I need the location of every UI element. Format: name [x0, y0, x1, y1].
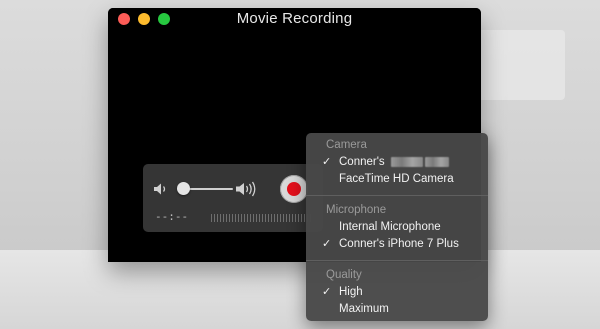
volume-high-icon[interactable]: [235, 181, 259, 197]
menu-item-internal-microphone[interactable]: Internal Microphone: [306, 219, 488, 236]
window-title: Movie Recording: [236, 10, 353, 27]
title-bar[interactable]: Movie Recording: [108, 8, 481, 30]
redacted-text: [390, 156, 423, 167]
menu-item-label: FaceTime HD Camera: [339, 173, 454, 185]
menu-separator: [306, 260, 488, 261]
menu-heading-microphone: Microphone: [326, 204, 387, 216]
menu-item-label: Internal Microphone: [339, 221, 441, 233]
menu-item-camera-conners[interactable]: ✓ Conner's: [306, 154, 488, 171]
menu-heading-camera: Camera: [326, 139, 367, 151]
menu-item-quality-high[interactable]: ✓ High: [306, 284, 488, 301]
menu-item-label: Conner's iPhone 7 Plus: [339, 238, 459, 250]
redacted-text: [424, 156, 449, 167]
options-menu: Camera ✓ Conner's FaceTime HD Camera Mic…: [306, 133, 488, 321]
audio-level-meter: [211, 214, 311, 222]
time-display: --:--: [155, 210, 189, 223]
menu-item-label: Maximum: [339, 303, 389, 315]
menu-item-iphone-microphone[interactable]: ✓ Conner's iPhone 7 Plus: [306, 236, 488, 253]
menu-separator: [306, 195, 488, 196]
volume-slider-knob[interactable]: [177, 182, 190, 195]
checkmark-icon: ✓: [322, 156, 332, 168]
volume-low-icon[interactable]: [153, 182, 169, 196]
checkmark-icon: ✓: [322, 286, 332, 298]
menu-item-label: High: [339, 286, 363, 298]
record-button[interactable]: [280, 175, 308, 203]
menu-item-facetime-camera[interactable]: FaceTime HD Camera: [306, 171, 488, 188]
menu-item-quality-maximum[interactable]: Maximum: [306, 301, 488, 318]
volume-slider-track[interactable]: [185, 188, 233, 190]
checkmark-icon: ✓: [322, 238, 332, 250]
recording-controls: --:--: [143, 164, 323, 232]
menu-heading-quality: Quality: [326, 269, 362, 281]
record-icon: [287, 182, 301, 196]
menu-item-label: Conner's: [339, 156, 385, 168]
